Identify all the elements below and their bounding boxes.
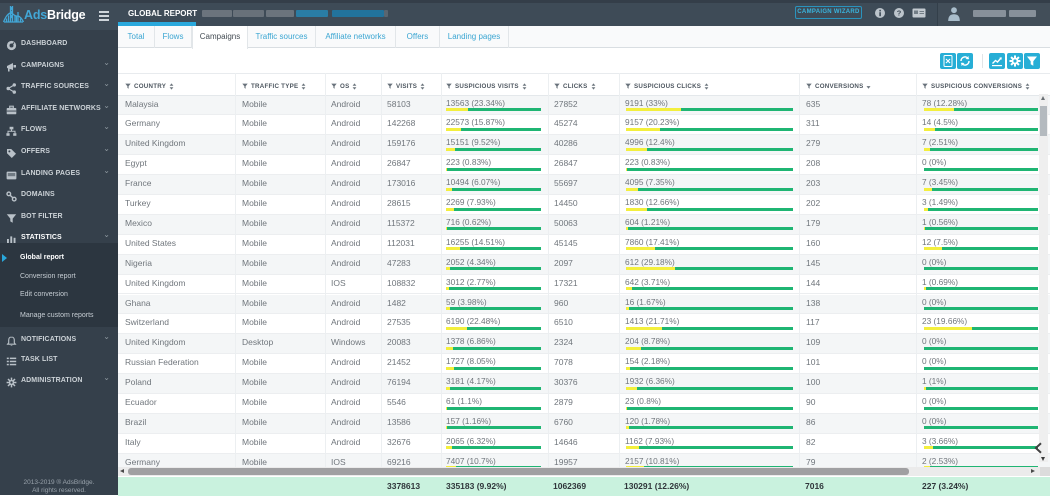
svg-text:?: ? [897,9,902,18]
